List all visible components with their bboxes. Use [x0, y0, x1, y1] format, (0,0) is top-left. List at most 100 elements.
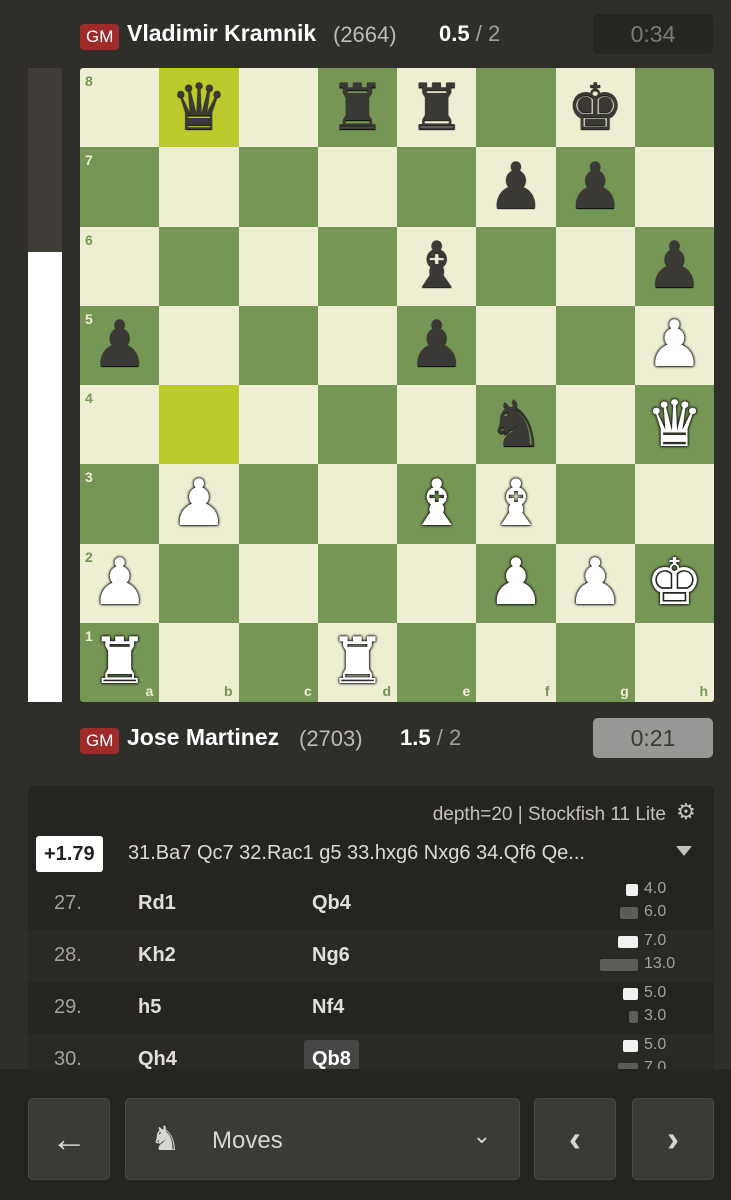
square-g3[interactable]: [555, 464, 635, 544]
white-move[interactable]: Qh4: [138, 1048, 177, 1069]
square-a7[interactable]: 7: [80, 147, 160, 227]
square-e8[interactable]: ♜: [397, 68, 477, 148]
current-move[interactable]: Qb8: [304, 1040, 359, 1069]
square-e6[interactable]: ♝: [397, 226, 477, 306]
square-a8[interactable]: 8: [80, 68, 160, 148]
square-d7[interactable]: [317, 147, 397, 227]
black-move[interactable]: Qb4: [312, 892, 351, 915]
white-pawn-piece[interactable]: ♟: [91, 551, 148, 615]
square-c3[interactable]: [238, 464, 318, 544]
square-d5[interactable]: [317, 305, 397, 385]
square-e2[interactable]: [397, 543, 477, 623]
black-pawn-piece[interactable]: ♟: [487, 155, 544, 219]
square-d3[interactable]: [317, 464, 397, 544]
square-d2[interactable]: [317, 543, 397, 623]
black-pawn-piece[interactable]: ♟: [408, 313, 465, 377]
square-g5[interactable]: [555, 305, 635, 385]
square-g8[interactable]: ♚: [555, 68, 635, 148]
white-pawn-piece[interactable]: ♟: [646, 313, 703, 377]
black-pawn-piece[interactable]: ♟: [91, 313, 148, 377]
next-move-button[interactable]: ›: [632, 1098, 714, 1180]
square-b2[interactable]: [159, 543, 239, 623]
square-c6[interactable]: [238, 226, 318, 306]
square-f7[interactable]: ♟: [476, 147, 556, 227]
square-c7[interactable]: [238, 147, 318, 227]
square-h5[interactable]: ♟: [634, 305, 714, 385]
square-b5[interactable]: [159, 305, 239, 385]
square-g1[interactable]: g: [555, 622, 635, 702]
square-h3[interactable]: [634, 464, 714, 544]
square-b7[interactable]: [159, 147, 239, 227]
square-c8[interactable]: [238, 68, 318, 148]
square-e4[interactable]: [397, 385, 477, 465]
square-d4[interactable]: [317, 385, 397, 465]
square-e5[interactable]: ♟: [397, 305, 477, 385]
square-a2[interactable]: 2 ♟: [80, 543, 160, 623]
square-b3[interactable]: ♟: [159, 464, 239, 544]
black-pawn-piece[interactable]: ♟: [566, 155, 623, 219]
previous-move-button[interactable]: ‹: [534, 1098, 616, 1180]
square-a3[interactable]: 3: [80, 464, 160, 544]
square-c5[interactable]: [238, 305, 318, 385]
back-button[interactable]: ←: [28, 1098, 110, 1180]
square-g6[interactable]: [555, 226, 635, 306]
square-a5[interactable]: 5 ♟: [80, 305, 160, 385]
square-h7[interactable]: [634, 147, 714, 227]
square-b4[interactable]: [159, 385, 239, 465]
white-move[interactable]: Kh2: [138, 944, 176, 967]
square-f5[interactable]: [476, 305, 556, 385]
chess-board[interactable]: 8 ♛ ♜ ♜ ♚ 7 ♟ ♟ 6 ♝ ♟ 5 ♟ ♟ ♟ 4 ♞ ♛ 3 ♟ ♝ ♝ 2 ♟ ♟ ♟ ♚ 1 a ♜ b c d ♜ e f g h: [80, 68, 714, 702]
square-f6[interactable]: [476, 226, 556, 306]
square-g2[interactable]: ♟: [555, 543, 635, 623]
player-name[interactable]: Vladimir Kramnik: [127, 20, 316, 47]
square-e7[interactable]: [397, 147, 477, 227]
square-b1[interactable]: b: [159, 622, 239, 702]
square-d1[interactable]: d ♜: [317, 622, 397, 702]
chevron-down-icon[interactable]: [676, 846, 692, 856]
square-c2[interactable]: [238, 543, 318, 623]
white-rook-piece[interactable]: ♜: [91, 630, 148, 694]
white-pawn-piece[interactable]: ♟: [487, 551, 544, 615]
white-queen-piece[interactable]: ♛: [646, 393, 703, 457]
white-pawn-piece[interactable]: ♟: [566, 551, 623, 615]
square-b8[interactable]: ♛: [159, 68, 239, 148]
square-b6[interactable]: [159, 226, 239, 306]
black-knight-piece[interactable]: ♞: [487, 393, 544, 457]
black-king-piece[interactable]: ♚: [566, 76, 623, 140]
engine-best-line[interactable]: 31.Ba7 Qc7 32.Rac1 g5 33.hxg6 Nxg6 34.Qf…: [128, 842, 658, 865]
square-e3[interactable]: ♝: [397, 464, 477, 544]
square-f1[interactable]: f: [476, 622, 556, 702]
white-king-piece[interactable]: ♚: [646, 551, 703, 615]
square-h2[interactable]: ♚: [634, 543, 714, 623]
square-e1[interactable]: e: [397, 622, 477, 702]
white-bishop-piece[interactable]: ♝: [487, 472, 544, 536]
square-f3[interactable]: ♝: [476, 464, 556, 544]
square-h8[interactable]: [634, 68, 714, 148]
square-h1[interactable]: h: [634, 622, 714, 702]
player-name[interactable]: Jose Martinez: [127, 724, 279, 751]
square-f4[interactable]: ♞: [476, 385, 556, 465]
white-bishop-piece[interactable]: ♝: [408, 472, 465, 536]
square-a1[interactable]: 1 a ♜: [80, 622, 160, 702]
square-c1[interactable]: c: [238, 622, 318, 702]
square-a6[interactable]: 6: [80, 226, 160, 306]
black-rook-piece[interactable]: ♜: [329, 76, 386, 140]
black-pawn-piece[interactable]: ♟: [646, 234, 703, 298]
gear-icon[interactable]: ⚙: [674, 800, 698, 824]
square-g7[interactable]: ♟: [555, 147, 635, 227]
black-queen-piece[interactable]: ♛: [170, 76, 227, 140]
white-rook-piece[interactable]: ♜: [329, 630, 386, 694]
black-rook-piece[interactable]: ♜: [408, 76, 465, 140]
square-a4[interactable]: 4: [80, 385, 160, 465]
black-move[interactable]: Nf4: [312, 996, 344, 1019]
square-c4[interactable]: [238, 385, 318, 465]
white-pawn-piece[interactable]: ♟: [170, 472, 227, 536]
black-bishop-piece[interactable]: ♝: [408, 234, 465, 298]
moves-dropdown[interactable]: ♞ Moves ⌄: [125, 1098, 520, 1180]
square-f2[interactable]: ♟: [476, 543, 556, 623]
black-move[interactable]: Ng6: [312, 944, 350, 967]
square-d6[interactable]: [317, 226, 397, 306]
square-h4[interactable]: ♛: [634, 385, 714, 465]
square-f8[interactable]: [476, 68, 556, 148]
white-move[interactable]: h5: [138, 996, 161, 1019]
